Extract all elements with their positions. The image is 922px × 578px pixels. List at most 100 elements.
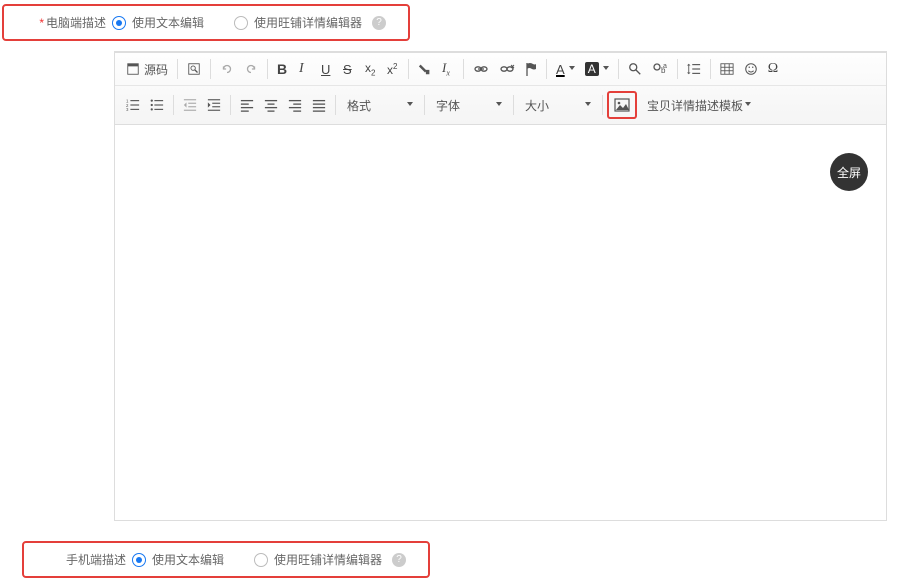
radio-use-text-editor[interactable]: 使用文本编辑	[112, 14, 204, 31]
replace-button[interactable]: ba	[648, 58, 672, 80]
superscript-button[interactable]: x2	[383, 58, 403, 80]
chevron-down-icon	[496, 102, 502, 108]
svg-text:3: 3	[126, 107, 129, 112]
text-color-button[interactable]: A	[552, 58, 579, 80]
link-button[interactable]	[469, 58, 493, 80]
desktop-description-label: *电脑端描述	[14, 14, 106, 31]
remove-format-icon: Ix	[442, 60, 450, 78]
radio-dot-icon	[132, 553, 146, 567]
radio-use-text-editor[interactable]: 使用文本编辑	[132, 551, 224, 568]
unlink-button[interactable]	[495, 58, 519, 80]
desktop-radio-group: 使用文本编辑 使用旺铺详情编辑器 ?	[112, 14, 386, 31]
emoji-button[interactable]	[740, 58, 762, 80]
svg-text:a: a	[663, 63, 667, 70]
separator	[602, 95, 603, 115]
radio-use-wangpu-editor[interactable]: 使用旺铺详情编辑器 ?	[254, 551, 406, 568]
undo-button[interactable]	[216, 58, 238, 80]
bg-color-icon: A	[585, 62, 599, 76]
find-button[interactable]	[624, 58, 646, 80]
separator	[710, 59, 711, 79]
redo-button[interactable]	[240, 58, 262, 80]
line-height-button[interactable]	[683, 58, 705, 80]
numbered-list-button[interactable]: 123	[122, 94, 144, 116]
align-left-button[interactable]	[236, 94, 258, 116]
outdent-icon	[183, 98, 197, 112]
subscript-button[interactable]: x2	[361, 58, 381, 80]
separator	[230, 95, 231, 115]
undo-icon	[220, 62, 234, 76]
separator	[618, 59, 619, 79]
table-icon	[720, 62, 734, 76]
required-marker: *	[39, 16, 44, 30]
dropdown-label: 字体	[436, 97, 460, 114]
chevron-down-icon	[569, 66, 575, 72]
separator	[173, 95, 174, 115]
radio-label: 使用旺铺详情编辑器	[254, 14, 362, 31]
bold-button[interactable]: B	[273, 58, 293, 80]
separator	[210, 59, 211, 79]
radio-dot-icon	[254, 553, 268, 567]
special-char-button[interactable]: Ω	[764, 58, 784, 80]
editor-toolbar: 源码 B I U S x2 x2 Ix	[114, 52, 887, 125]
template-link-label: 宝贝详情描述模板	[647, 97, 743, 114]
radio-label: 使用文本编辑	[132, 14, 204, 31]
source-icon	[126, 62, 140, 76]
radio-label: 使用旺铺详情编辑器	[274, 551, 382, 568]
size-dropdown[interactable]: 大小	[519, 94, 597, 116]
separator	[463, 59, 464, 79]
bulleted-list-button[interactable]	[146, 94, 168, 116]
format-painter-button[interactable]	[414, 58, 436, 80]
fullscreen-button[interactable]: 全屏	[830, 153, 868, 191]
editor-body[interactable]: 全屏	[114, 125, 887, 520]
omega-icon: Ω	[768, 61, 778, 77]
toolbar-row-1: 源码 B I U S x2 x2 Ix	[115, 53, 886, 85]
separator	[335, 95, 336, 115]
outdent-button[interactable]	[179, 94, 201, 116]
ol-icon: 123	[126, 98, 140, 112]
flag-icon	[525, 62, 537, 76]
emoji-icon	[744, 62, 758, 76]
mobile-description-label: 手机端描述	[34, 551, 126, 568]
description-template-dropdown[interactable]: 宝贝详情描述模板	[647, 97, 751, 114]
separator	[408, 59, 409, 79]
ul-icon	[150, 98, 164, 112]
separator	[513, 95, 514, 115]
superscript-icon: x2	[387, 62, 397, 77]
help-icon[interactable]: ?	[392, 553, 406, 567]
italic-button[interactable]: I	[295, 58, 315, 80]
bg-color-button[interactable]: A	[581, 58, 613, 80]
format-dropdown[interactable]: 格式	[341, 94, 419, 116]
image-icon	[614, 98, 630, 112]
font-dropdown[interactable]: 字体	[430, 94, 508, 116]
flag-button[interactable]	[521, 58, 541, 80]
align-justify-button[interactable]	[308, 94, 330, 116]
align-center-button[interactable]	[260, 94, 282, 116]
align-left-icon	[240, 98, 254, 112]
separator	[267, 59, 268, 79]
toolbar-row-2: 123	[115, 85, 886, 124]
bold-icon: B	[277, 61, 287, 77]
remove-format-button[interactable]: Ix	[438, 58, 458, 80]
separator	[546, 59, 547, 79]
indent-icon	[207, 98, 221, 112]
align-right-button[interactable]	[284, 94, 306, 116]
chevron-down-icon	[745, 102, 751, 108]
preview-button[interactable]	[183, 58, 205, 80]
align-justify-icon	[312, 98, 326, 112]
image-button[interactable]	[610, 94, 634, 116]
radio-dot-icon	[234, 16, 248, 30]
fullscreen-label: 全屏	[837, 164, 861, 181]
indent-button[interactable]	[203, 94, 225, 116]
help-icon[interactable]: ?	[372, 16, 386, 30]
chevron-down-icon	[585, 102, 591, 108]
brush-icon	[418, 62, 432, 76]
source-label: 源码	[144, 61, 168, 78]
separator	[677, 59, 678, 79]
strikethrough-button[interactable]: S	[339, 58, 359, 80]
line-height-icon	[687, 62, 701, 76]
source-button[interactable]: 源码	[122, 58, 172, 80]
underline-button[interactable]: U	[317, 58, 337, 80]
table-button[interactable]	[716, 58, 738, 80]
dropdown-label: 格式	[347, 97, 371, 114]
radio-use-wangpu-editor[interactable]: 使用旺铺详情编辑器 ?	[234, 14, 386, 31]
